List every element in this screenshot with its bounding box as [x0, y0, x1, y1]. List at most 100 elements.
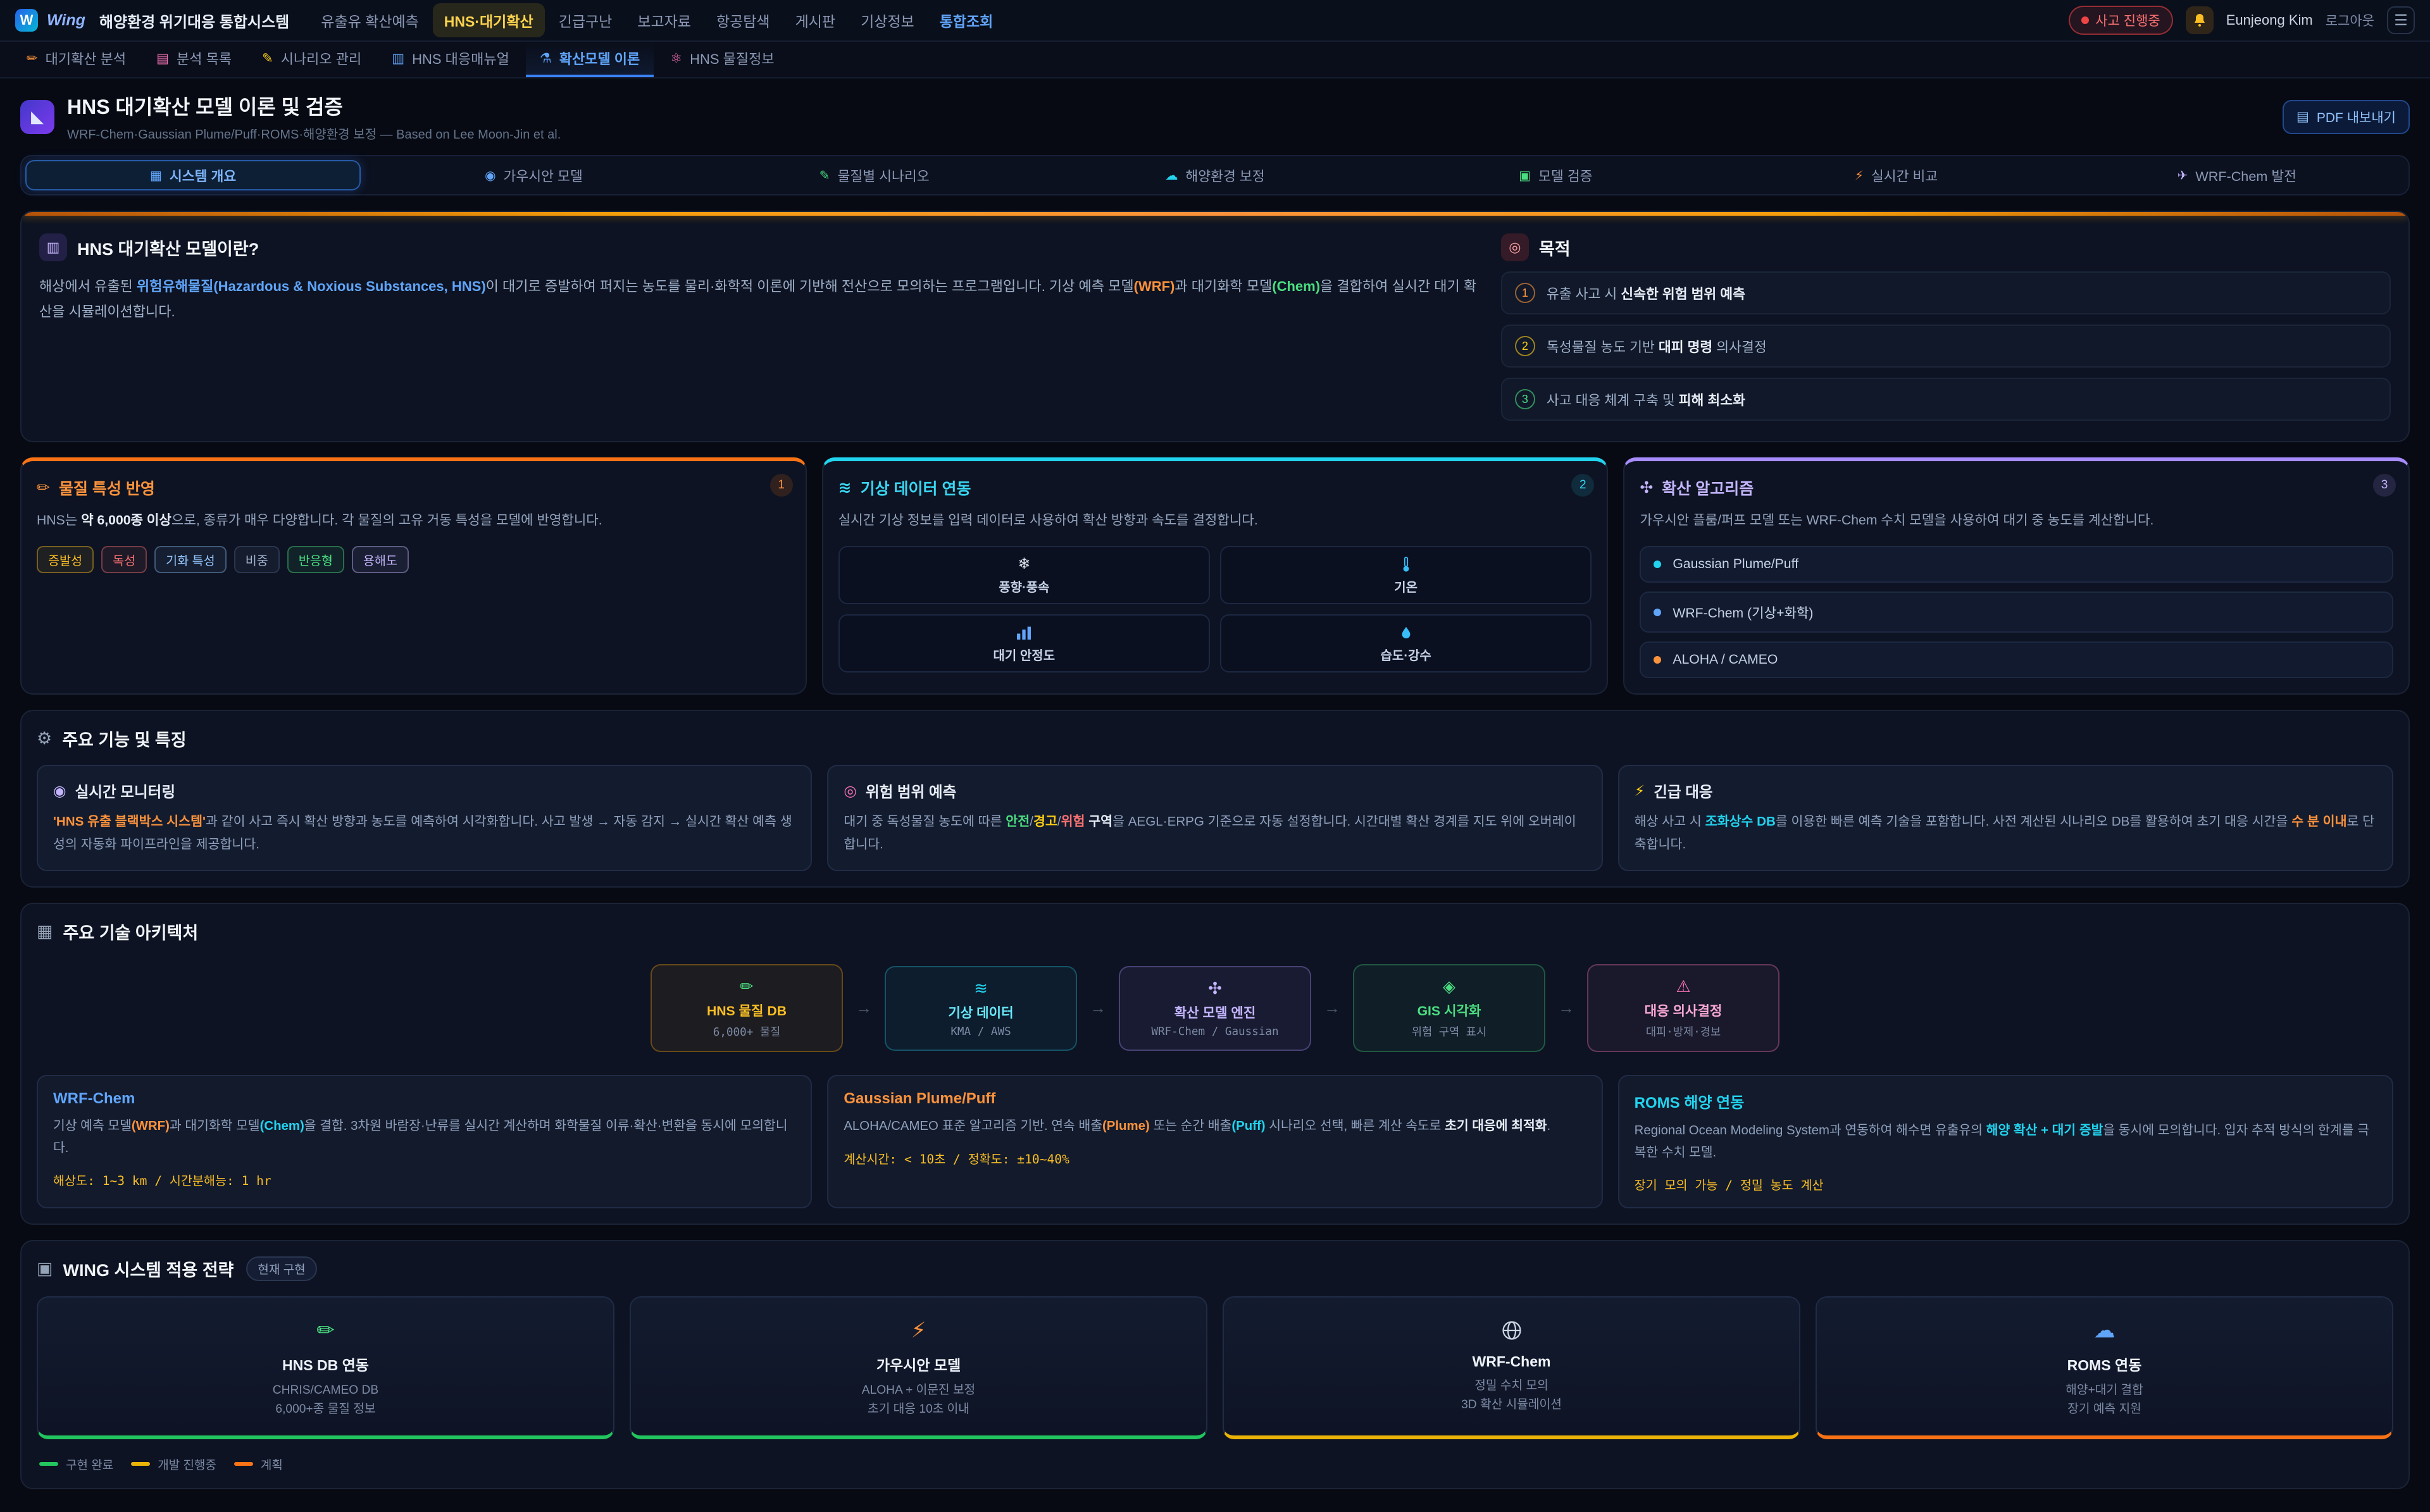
- tab-gaussian-model[interactable]: ◉ 가우시안 모델: [366, 160, 701, 190]
- bolt-icon: ⚡: [1635, 782, 1645, 800]
- clipboard-icon: ▤: [156, 51, 169, 66]
- edit-icon: ✎: [819, 168, 830, 183]
- nav-item-aerial-search[interactable]: 항공탐색: [705, 3, 782, 37]
- logout-button[interactable]: 로그아웃: [2326, 11, 2374, 30]
- tile-wind: ❄ 풍향·풍속: [838, 546, 1210, 604]
- bolt-icon: ⚡: [644, 1317, 1193, 1344]
- arrow-icon: →: [1324, 998, 1340, 1018]
- tag-solubility[interactable]: 용해도: [352, 546, 409, 573]
- subnav-diffusion-model-theory[interactable]: ⚗ 확산모델 이론: [526, 42, 654, 77]
- strategy-card-wrf-chem[interactable]: WRF-Chem 정밀 수치 모의3D 확산 시뮬레이션: [1223, 1296, 1800, 1439]
- model-components-row: 1 ✏ 물질 특성 반영 HNS는 약 6,000종 이상으로, 종류가 매우 …: [20, 457, 2410, 695]
- pencil-icon: ✏: [27, 51, 38, 66]
- nav-item-hns-atmospheric-diffusion[interactable]: HNS·대기확산: [433, 3, 545, 37]
- tag-specific-gravity[interactable]: 비중: [234, 546, 280, 573]
- tab-system-overview[interactable]: ▦ 시스템 개요: [25, 160, 361, 190]
- subnav-hns-response-manual[interactable]: ▥ HNS 대응매뉴얼: [378, 42, 523, 77]
- subnav-diffusion-analysis[interactable]: ✏ 대기확산 분석: [13, 42, 140, 77]
- weather-card-description: 실시간 기상 정보를 입력 데이터로 사용하여 확산 방향과 속도를 결정합니다…: [838, 509, 1592, 532]
- tag-vaporization[interactable]: 기화 특성: [154, 546, 227, 573]
- main-content: ▥ HNS 대기확산 모델이란? 해상에서 유출된 위험유해물질(Hazardo…: [0, 211, 2430, 1512]
- tab-label: WRF-Chem 발전: [2195, 166, 2296, 185]
- orange-bar-icon: [234, 1462, 253, 1466]
- algo-card-title: 확산 알고리즘: [1662, 476, 1754, 499]
- tab-wrf-chem-evolution[interactable]: ✈ WRF-Chem 발전: [2069, 160, 2405, 190]
- material-card-description: HNS는 약 6,000종 이상으로, 종류가 매우 다양합니다. 각 물질의 …: [37, 509, 790, 532]
- subnav-label: 시나리오 관리: [281, 48, 362, 68]
- incident-label: 사고 진행중: [2095, 11, 2160, 30]
- rocket-icon: ✈: [2178, 168, 2188, 183]
- nav-item-emergency-rescue[interactable]: 긴급구난: [547, 3, 624, 37]
- hamburger-menu-button[interactable]: ☰: [2387, 6, 2415, 34]
- algo-item-wrf-chem[interactable]: WRF-Chem (기상+화학): [1640, 592, 2393, 633]
- bullet-icon: [1654, 609, 1661, 616]
- pdf-export-button[interactable]: ▤ PDF 내보내기: [2283, 100, 2410, 134]
- strategy-card-gaussian[interactable]: ⚡ 가우시안 모델 ALOHA + 이문진 보정초기 대응 10초 이내: [630, 1296, 1207, 1439]
- tech-wrf-chem: WRF-Chem 기상 예측 모델(WRF)과 대기화학 모델(Chem)을 결…: [37, 1075, 812, 1208]
- incident-dot-icon: [2081, 16, 2089, 24]
- architecture-flow: ✏ HNS 물질 DB 6,000+ 물질 → ≋ 기상 데이터 KMA / A…: [37, 964, 2393, 1052]
- bell-icon: [2192, 13, 2207, 28]
- gear-icon: ⚙: [37, 729, 52, 748]
- tab-model-validation[interactable]: ▣ 모델 검증: [1388, 160, 1723, 190]
- strategy-cards: ✏ HNS DB 연동 CHRIS/CAMEO DB6,000+종 물질 정보 …: [37, 1296, 2393, 1439]
- tile-temperature: 기온: [1220, 546, 1592, 604]
- subnav-scenario-management[interactable]: ✎ 시나리오 관리: [248, 42, 375, 77]
- tab-label: 시스템 개요: [170, 166, 236, 185]
- subnav-hns-substance-info[interactable]: ⚛ HNS 물질정보: [656, 42, 788, 77]
- atom-icon: ⚛: [670, 51, 682, 66]
- tab-marine-env-correction[interactable]: ☁ 해양환경 보정: [1047, 160, 1383, 190]
- key-features-section: ⚙ 주요 기능 및 특징 ◉ 실시간 모니터링 'HNS 유출 블랙박스 시스템…: [20, 710, 2410, 888]
- notifications-button[interactable]: [2186, 6, 2214, 34]
- app-logo[interactable]: W Wing 해양환경 위기대응 통합시스템: [15, 9, 289, 32]
- minutes-highlight: 수 분 이내: [2291, 814, 2346, 829]
- building-icon: ▦: [37, 922, 53, 941]
- user-name: Eunjeong Kim: [2226, 12, 2313, 28]
- weather-tiles: ❄ 풍향·풍속 기온 대기 안정도: [838, 546, 1592, 672]
- weather-data-card: 2 ≋ 기상 데이터 연동 실시간 기상 정보를 입력 데이터로 사용하여 확산…: [822, 457, 1609, 695]
- pencil-icon: ✏: [37, 478, 50, 497]
- tag-evaporative[interactable]: 증발성: [37, 546, 94, 573]
- document-icon: ▤: [2296, 109, 2309, 125]
- nav-item-board[interactable]: 게시판: [784, 3, 847, 37]
- model-definition-panel: ▥ HNS 대기확산 모델이란? 해상에서 유출된 위험유해물질(Hazardo…: [39, 233, 1481, 421]
- nav-item-weather-info[interactable]: 기상정보: [849, 3, 926, 37]
- tag-toxic[interactable]: 독성: [101, 546, 147, 573]
- tag-reactive[interactable]: 반응형: [287, 546, 344, 573]
- strategy-card-roms[interactable]: ☁ ROMS 연동 해양+대기 결합장기 예측 지원: [1816, 1296, 2393, 1439]
- strategy-card-hns-db[interactable]: ✏ HNS DB 연동 CHRIS/CAMEO DB6,000+종 물질 정보: [37, 1296, 614, 1439]
- target-icon: ◎: [1501, 233, 1529, 261]
- tech-gaussian: Gaussian Plume/Puff ALOHA/CAMEO 표준 알고리즘 …: [827, 1075, 1602, 1208]
- incident-status-badge[interactable]: 사고 진행중: [2069, 6, 2172, 35]
- monitor-icon: ◉: [485, 168, 495, 183]
- subnav-analysis-list[interactable]: ▤ 분석 목록: [142, 42, 246, 77]
- subnav-label: HNS 대응매뉴얼: [412, 48, 509, 68]
- features-title: 주요 기능 및 특징: [62, 726, 186, 751]
- thermometer-icon: [1401, 555, 1411, 573]
- safe-zone: 안전: [1006, 814, 1030, 829]
- nav-item-oil-spill-prediction[interactable]: 유출유 확산예측: [309, 3, 430, 37]
- tab-realtime-comparison[interactable]: ⚡ 실시간 비교: [1728, 160, 2064, 190]
- tab-substance-scenarios[interactable]: ✎ 물질별 시나리오: [707, 160, 1042, 190]
- material-properties-card: 1 ✏ 물질 특성 반영 HNS는 약 6,000종 이상으로, 종류가 매우 …: [20, 457, 807, 695]
- flow-decision-making: ⚠ 대응 의사결정 대피·방제·경보: [1587, 964, 1779, 1052]
- nav-item-integrated-search[interactable]: 통합조회: [928, 3, 1005, 37]
- strategy-title: WING 시스템 적용 전략: [63, 1256, 234, 1281]
- tab-label: 모델 검증: [1538, 166, 1592, 185]
- top-navbar: W Wing 해양환경 위기대응 통합시스템 유출유 확산예측 HNS·대기확산…: [0, 0, 2430, 42]
- bolt-icon: ⚡: [1855, 168, 1864, 183]
- green-bar-icon: [39, 1462, 58, 1466]
- bullet-icon: [1654, 656, 1661, 664]
- algo-item-aloha-cameo[interactable]: ALOHA / CAMEO: [1640, 641, 2393, 678]
- target-icon: ◎: [844, 782, 857, 800]
- nav-item-reports[interactable]: 보고자료: [626, 3, 702, 37]
- algo-item-gaussian[interactable]: Gaussian Plume/Puff: [1640, 546, 2393, 583]
- arrow-icon: →: [1090, 998, 1106, 1018]
- architecture-title: 주요 기술 아키텍처: [63, 919, 199, 944]
- model-definition-title: HNS 대기확산 모델이란?: [77, 235, 259, 260]
- flask-icon: ⚗: [540, 51, 552, 66]
- number-badge: 2: [1515, 336, 1535, 356]
- bullet-icon: [1654, 561, 1661, 568]
- architecture-section: ▦ 주요 기술 아키텍처 ✏ HNS 물질 DB 6,000+ 물질 → ≋ 기…: [20, 903, 2410, 1225]
- legend-in-progress: 개발 진행중: [131, 1456, 216, 1473]
